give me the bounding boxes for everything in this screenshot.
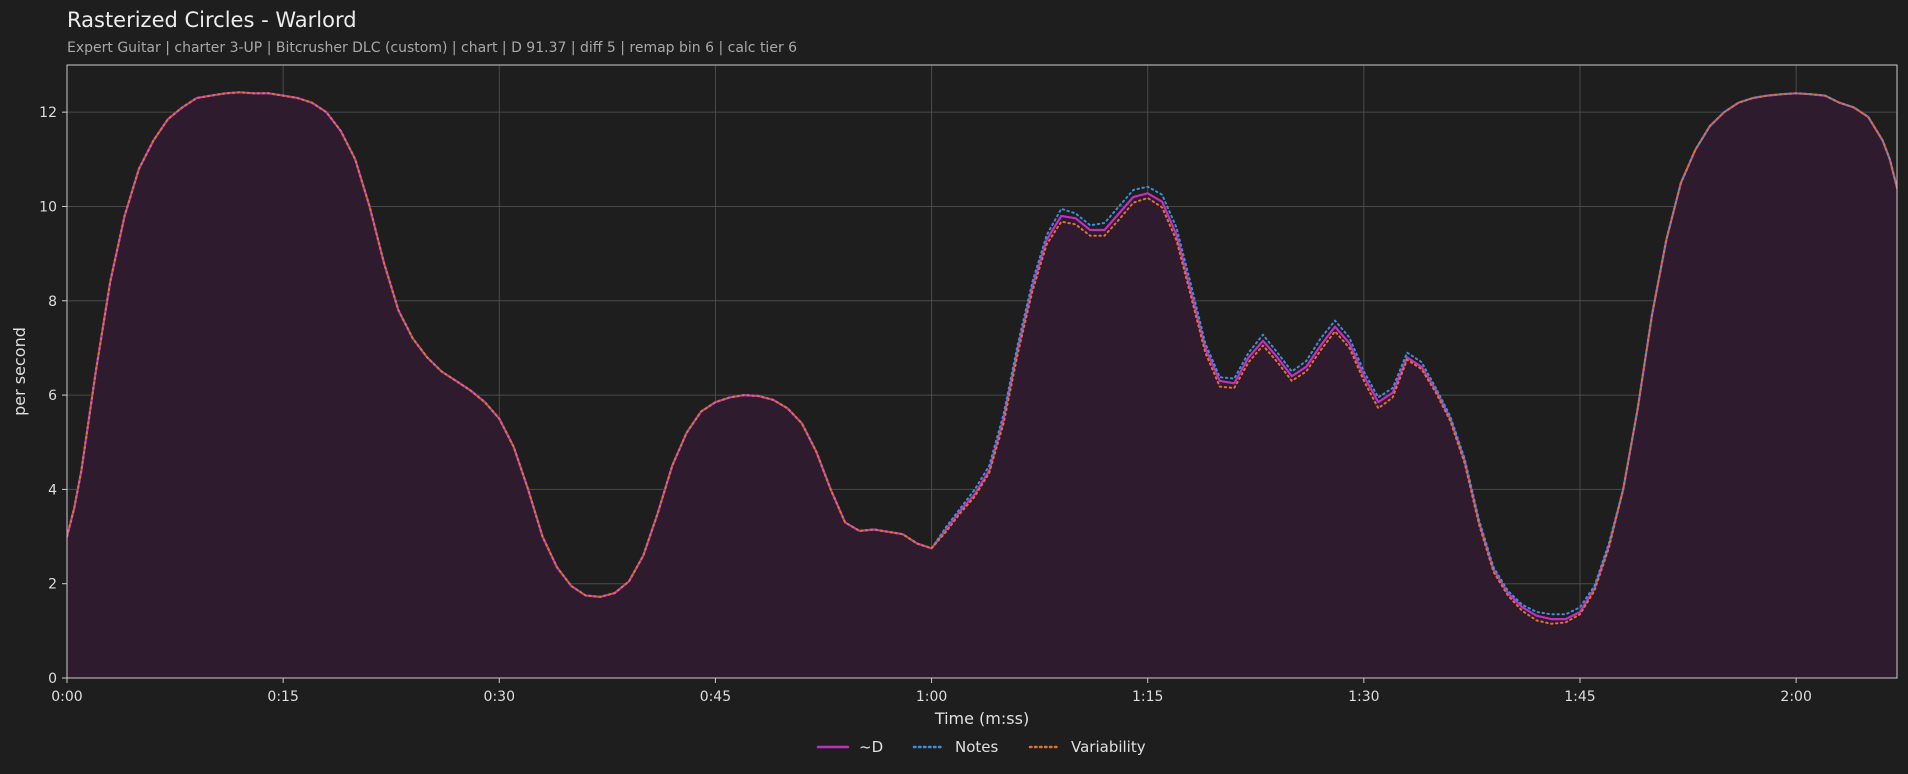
series-area-d xyxy=(67,92,1897,678)
y-tick-label: 12 xyxy=(39,105,57,121)
y-tick-label: 2 xyxy=(48,577,57,593)
x-tick-label: 1:15 xyxy=(1132,689,1163,705)
x-axis-ticks: 0:00 0:15 0:30 0:45 1:00 1:15 1:30 1:45 2:00 xyxy=(51,678,1812,705)
y-tick-label: 8 xyxy=(48,294,57,310)
x-tick-label: 0:15 xyxy=(267,689,298,705)
x-tick-label: 1:00 xyxy=(916,689,947,705)
x-tick-label: 1:45 xyxy=(1564,689,1595,705)
x-tick-label: 0:30 xyxy=(484,689,515,705)
x-tick-label: 2:00 xyxy=(1780,689,1811,705)
x-tick-label: 0:45 xyxy=(700,689,731,705)
y-tick-label: 6 xyxy=(48,388,57,404)
legend: ~D Notes Variability xyxy=(816,738,1146,756)
y-tick-label: 4 xyxy=(48,482,57,498)
legend-label: Notes xyxy=(955,738,999,756)
y-axis-label: per second xyxy=(10,327,29,416)
y-axis-ticks: 0 2 4 6 8 10 12 xyxy=(39,105,67,687)
x-tick-label: 0:00 xyxy=(51,689,82,705)
y-tick-label: 0 xyxy=(48,671,57,687)
chart-canvas: 0:00 0:15 0:30 0:45 1:00 1:15 1:30 1:45 2:00 0 2 4… xyxy=(10,64,1898,756)
legend-label: Variability xyxy=(1071,738,1146,756)
x-axis-label: Time (m:ss) xyxy=(934,709,1029,728)
y-tick-label: 10 xyxy=(39,199,57,215)
legend-label: ~D xyxy=(859,738,883,756)
area-fill xyxy=(67,92,1897,678)
x-tick-label: 1:30 xyxy=(1348,689,1379,705)
